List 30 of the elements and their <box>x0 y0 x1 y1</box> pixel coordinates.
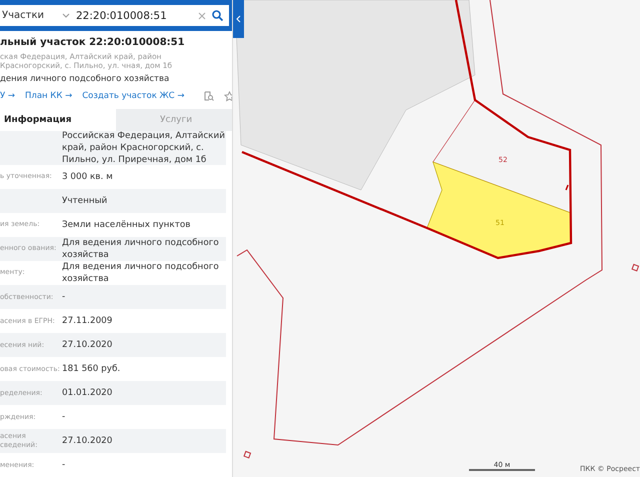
link[interactable]: План КК → <box>25 91 72 102</box>
search-icon[interactable] <box>212 10 223 22</box>
field-value: Для ведения личного подсобного хозяйства <box>62 260 220 285</box>
field-value: 27.10.2020 <box>62 339 114 352</box>
field-value: 01.01.2020 <box>62 387 114 400</box>
field-value: Земли населённых пунктов <box>62 218 192 231</box>
document-search-icon[interactable] <box>204 91 214 102</box>
field-value: Для ведения личного подсобного хозяйства <box>62 236 220 261</box>
category-dropdown[interactable]: Участки <box>2 10 44 22</box>
link[interactable]: У → <box>0 91 16 102</box>
parcel-shape[interactable] <box>426 162 572 258</box>
link[interactable]: Создать участок ЖС → <box>82 91 184 102</box>
field-value: Российская Федерация, Алтайский край, район Красногорский, с. Пильно, ул. Приречная, дом 1б <box>62 130 226 166</box>
field-value: - <box>62 411 66 424</box>
chevron-left-icon <box>236 15 241 23</box>
parcel-shape[interactable] <box>432 100 572 214</box>
field-value: 27.11.2009 <box>62 315 114 328</box>
field-value: 3 000 кв. м <box>62 170 114 183</box>
field-value: 27.10.2020 <box>62 435 114 448</box>
field-value: Учтенный <box>62 194 108 207</box>
field-value: - <box>62 459 66 472</box>
search-field[interactable]: Участки 22:20:010008:51 <box>0 5 229 26</box>
field-value: - <box>62 291 66 304</box>
clear-icon[interactable] <box>198 12 206 20</box>
parcel-title: льный участок 22:20:010008:51 <box>0 37 186 48</box>
collapse-button[interactable] <box>233 0 244 38</box>
field-value: 181 560 руб. <box>62 363 122 376</box>
chevron-down-icon <box>62 12 70 19</box>
parcel-purpose: дения личного подсобного хозяйства <box>0 74 170 84</box>
star-icon[interactable] <box>224 90 232 102</box>
